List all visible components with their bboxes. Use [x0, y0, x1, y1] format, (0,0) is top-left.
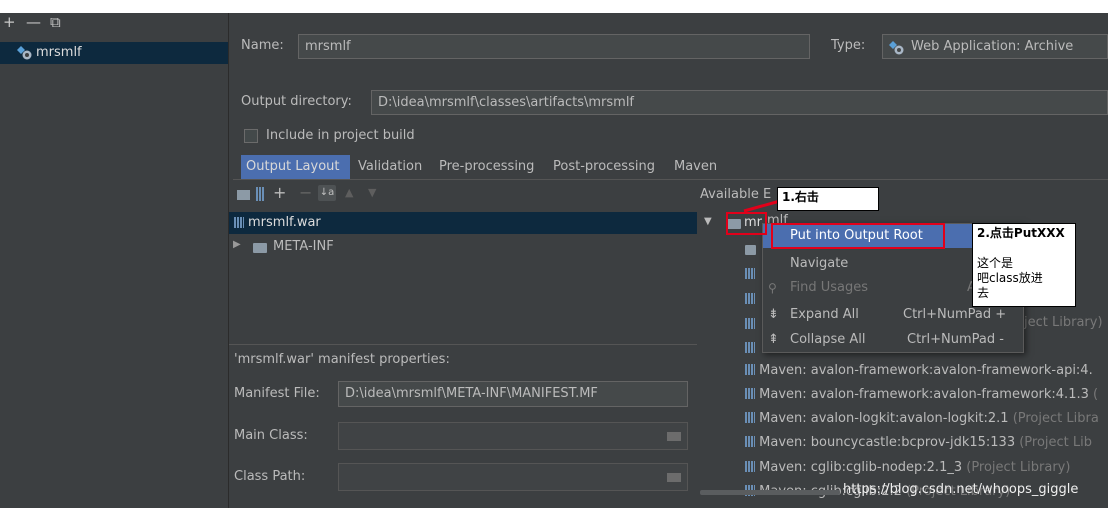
menu-item-label: Collapse All	[790, 332, 866, 347]
menu-item-label: Expand All	[790, 307, 859, 322]
callout-put-xxx: 2.点击PutXXX 这个是 吧class放进 去	[972, 223, 1076, 307]
library-row[interactable]: Maven: avalon-logkit:avalon-logkit:2.1 (…	[745, 408, 1099, 430]
collapse-all-icon: ⇞	[768, 332, 779, 347]
library-row[interactable]: Maven: bouncycastle:bcprov-jdk15:133 (Pr…	[745, 432, 1092, 454]
type-label: Type:	[831, 38, 866, 53]
include-build-checkbox[interactable]	[244, 129, 258, 143]
type-select[interactable]: Web Application: Archive	[882, 34, 1108, 59]
layout-tree-meta-inf-row[interactable]: ▶ META-INF	[229, 236, 697, 258]
meta-inf-label: META-INF	[273, 239, 334, 254]
library-row[interactable]: ject Library)	[1024, 312, 1103, 334]
library-name: Maven: avalon-framework:avalon-framework…	[759, 363, 1093, 378]
library-row[interactable]: Maven: avalon-framework:avalon-framework…	[745, 360, 1093, 382]
annotation-highlight-menu-item	[771, 223, 945, 249]
tab-validation[interactable]: Validation	[353, 155, 431, 179]
create-directory-icon[interactable]	[237, 190, 250, 200]
library-icon	[745, 293, 755, 304]
move-down-icon[interactable]: ▼	[368, 186, 376, 199]
name-input[interactable]: mrsmlf	[298, 34, 810, 59]
library-icon	[745, 364, 755, 375]
add-artifact-button[interactable]: +	[3, 13, 16, 31]
name-label: Name:	[241, 38, 284, 53]
callout-text: 去	[977, 286, 990, 300]
type-select-value: Web Application: Archive	[911, 39, 1074, 54]
library-suffix: (	[1088, 387, 1099, 402]
tabs-divider	[233, 179, 1108, 180]
library-icon	[745, 412, 755, 423]
search-icon: ⚲	[768, 281, 777, 295]
library-row[interactable]: Maven: cglib:cglib-nodep:2.1_3 (Project …	[745, 457, 1070, 479]
callout-text: 这个是	[977, 256, 1014, 270]
tab-maven[interactable]: Maven	[669, 155, 729, 179]
output-directory-label: Output directory:	[241, 94, 352, 109]
tab-output-layout[interactable]: Output Layout	[241, 155, 350, 179]
library-icon	[745, 268, 755, 279]
collapse-arrow-icon[interactable]: ▼	[704, 216, 712, 227]
output-directory-value: D:\idea\mrsmlf\classes\artifacts\mrsmlf	[378, 95, 635, 110]
class-path-label: Class Path:	[234, 469, 306, 484]
main-class-label: Main Class:	[234, 428, 308, 443]
library-row[interactable]: Maven: avalon-framework:avalon-framework…	[745, 384, 1098, 406]
callout-title: 2.点击PutXXX	[977, 226, 1065, 240]
library-icon	[745, 342, 755, 353]
library-suffix: ject Library)	[1024, 315, 1103, 330]
menu-item-shortcut: Ctrl+NumPad -	[907, 332, 1004, 347]
main-class-input[interactable]	[338, 422, 688, 450]
layout-root-label: mrsmlf.war	[248, 215, 321, 230]
move-up-icon[interactable]: ▲	[345, 186, 353, 199]
library-icon	[745, 318, 755, 329]
library-name: Maven: avalon-framework:avalon-framework…	[759, 387, 1089, 402]
browse-folder-icon[interactable]	[667, 432, 681, 441]
library-icon	[745, 388, 755, 399]
library-suffix: (Project Lib	[1015, 435, 1093, 450]
copy-artifact-button[interactable]: ⧉	[50, 13, 61, 31]
menu-item-label: Find Usages	[790, 280, 869, 295]
callout-text: 吧class放进	[977, 271, 1043, 285]
manifest-file-label: Manifest File:	[234, 386, 320, 401]
callout-text: 1.右击	[782, 190, 819, 204]
library-icon	[745, 436, 755, 447]
web-artifact-icon	[17, 46, 32, 60]
war-archive-icon	[234, 217, 244, 228]
menu-collapse-all[interactable]: ⇞ Collapse All Ctrl+NumPad -	[763, 328, 1023, 352]
manifest-divider	[229, 344, 697, 345]
layout-tree-root-row[interactable]: mrsmlf.war	[229, 212, 697, 234]
library-name: Maven: bouncycastle:bcprov-jdk15:133	[759, 435, 1016, 450]
manifest-header: 'mrsmlf.war' manifest properties:	[234, 352, 450, 367]
add-copy-icon[interactable]: +	[273, 183, 286, 202]
expand-arrow-icon[interactable]: ▶	[233, 239, 241, 250]
manifest-file-input[interactable]: D:\idea\mrsmlf\META-INF\MANIFEST.MF	[338, 381, 688, 407]
remove-artifact-button[interactable]: —	[26, 13, 41, 31]
artifact-name: mrsmlf	[36, 45, 82, 60]
remove-icon[interactable]: −	[299, 183, 312, 202]
artifact-list-item[interactable]: mrsmlf	[0, 42, 228, 64]
include-build-label: Include in project build	[266, 128, 415, 143]
horizontal-scrollbar[interactable]	[700, 490, 840, 495]
top-strip	[0, 0, 1108, 13]
library-name: Maven: cglib:cglib-nodep:2.1_3	[759, 460, 963, 475]
library-suffix: (Project Library)	[962, 460, 1071, 475]
menu-item-label: Navigate	[790, 256, 849, 271]
output-directory-input[interactable]: D:\idea\mrsmlf\classes\artifacts\mrsmlf	[371, 90, 1108, 115]
web-app-icon	[889, 41, 904, 55]
browse-folder-icon[interactable]	[667, 473, 681, 482]
callout-right-click: 1.右击	[777, 187, 879, 211]
tab-pre-processing[interactable]: Pre-processing	[434, 155, 545, 179]
class-path-input[interactable]	[338, 463, 688, 491]
library-icon	[745, 461, 755, 472]
manifest-file-value: D:\idea\mrsmlf\META-INF\MANIFEST.MF	[345, 386, 598, 401]
tab-post-processing[interactable]: Post-processing	[548, 155, 666, 179]
artifacts-pane	[0, 13, 229, 508]
library-name: Maven: avalon-logkit:avalon-logkit:2.1	[759, 411, 1009, 426]
folder-icon	[253, 243, 267, 253]
create-archive-icon[interactable]	[256, 187, 265, 201]
folder-icon	[745, 245, 756, 255]
library-suffix: (Project Libra	[1008, 411, 1099, 426]
sort-icon[interactable]: ↓a	[318, 185, 336, 201]
expand-all-icon: ⇟	[768, 307, 779, 322]
name-input-value: mrsmlf	[305, 39, 351, 54]
watermark: https://blog.csdn.net/whoops_giggle	[843, 482, 1079, 497]
